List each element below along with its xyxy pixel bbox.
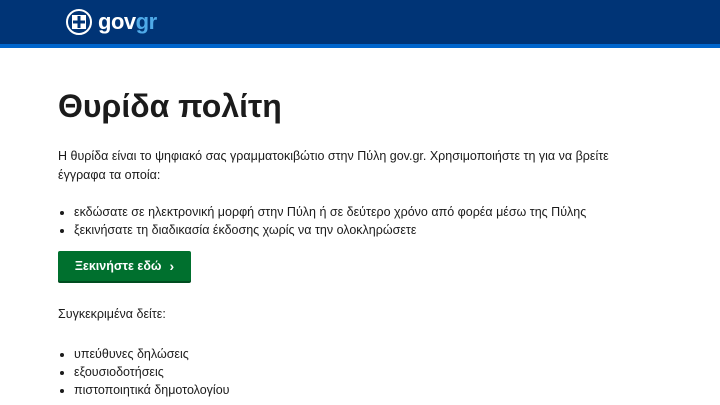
logo-gr-text: gr bbox=[135, 9, 158, 34]
greek-emblem-icon bbox=[66, 9, 92, 35]
features-list: εκδώσατε σε ηλεκτρονική μορφή στην Πύλη … bbox=[58, 203, 662, 239]
govgr-logo[interactable]: govgr bbox=[98, 9, 157, 35]
document-types-list: υπεύθυνες δηλώσεις εξουσιοδοτήσεις πιστο… bbox=[58, 345, 662, 399]
list-item: υπεύθυνες δηλώσεις bbox=[74, 345, 662, 363]
list-item: εκδώσατε σε ηλεκτρονική μορφή στην Πύλη … bbox=[74, 203, 662, 221]
logo-gov-text: gov bbox=[98, 9, 136, 34]
section-subheading: Συγκεκριμένα δείτε: bbox=[58, 307, 166, 321]
chevron-right-icon: › bbox=[169, 258, 175, 274]
intro-text: Η θυρίδα είναι το ψηφιακό σας γραμματοκι… bbox=[58, 149, 609, 182]
list-item: πιστοποιητικά δημοτολογίου bbox=[74, 381, 662, 399]
site-header: govgr bbox=[0, 0, 720, 48]
main-content: Θυρίδα πολίτη Η θυρίδα είναι το ψηφιακό … bbox=[0, 88, 720, 399]
page-title: Θυρίδα πολίτη bbox=[58, 88, 282, 124]
list-item: ξεκινήσατε τη διαδικασία έκδοσης χωρίς ν… bbox=[74, 221, 662, 239]
start-here-button[interactable]: Ξεκινήστε εδώ › bbox=[58, 251, 191, 281]
list-item: εξουσιοδοτήσεις bbox=[74, 363, 662, 381]
start-here-label: Ξεκινήστε εδώ bbox=[74, 259, 162, 273]
